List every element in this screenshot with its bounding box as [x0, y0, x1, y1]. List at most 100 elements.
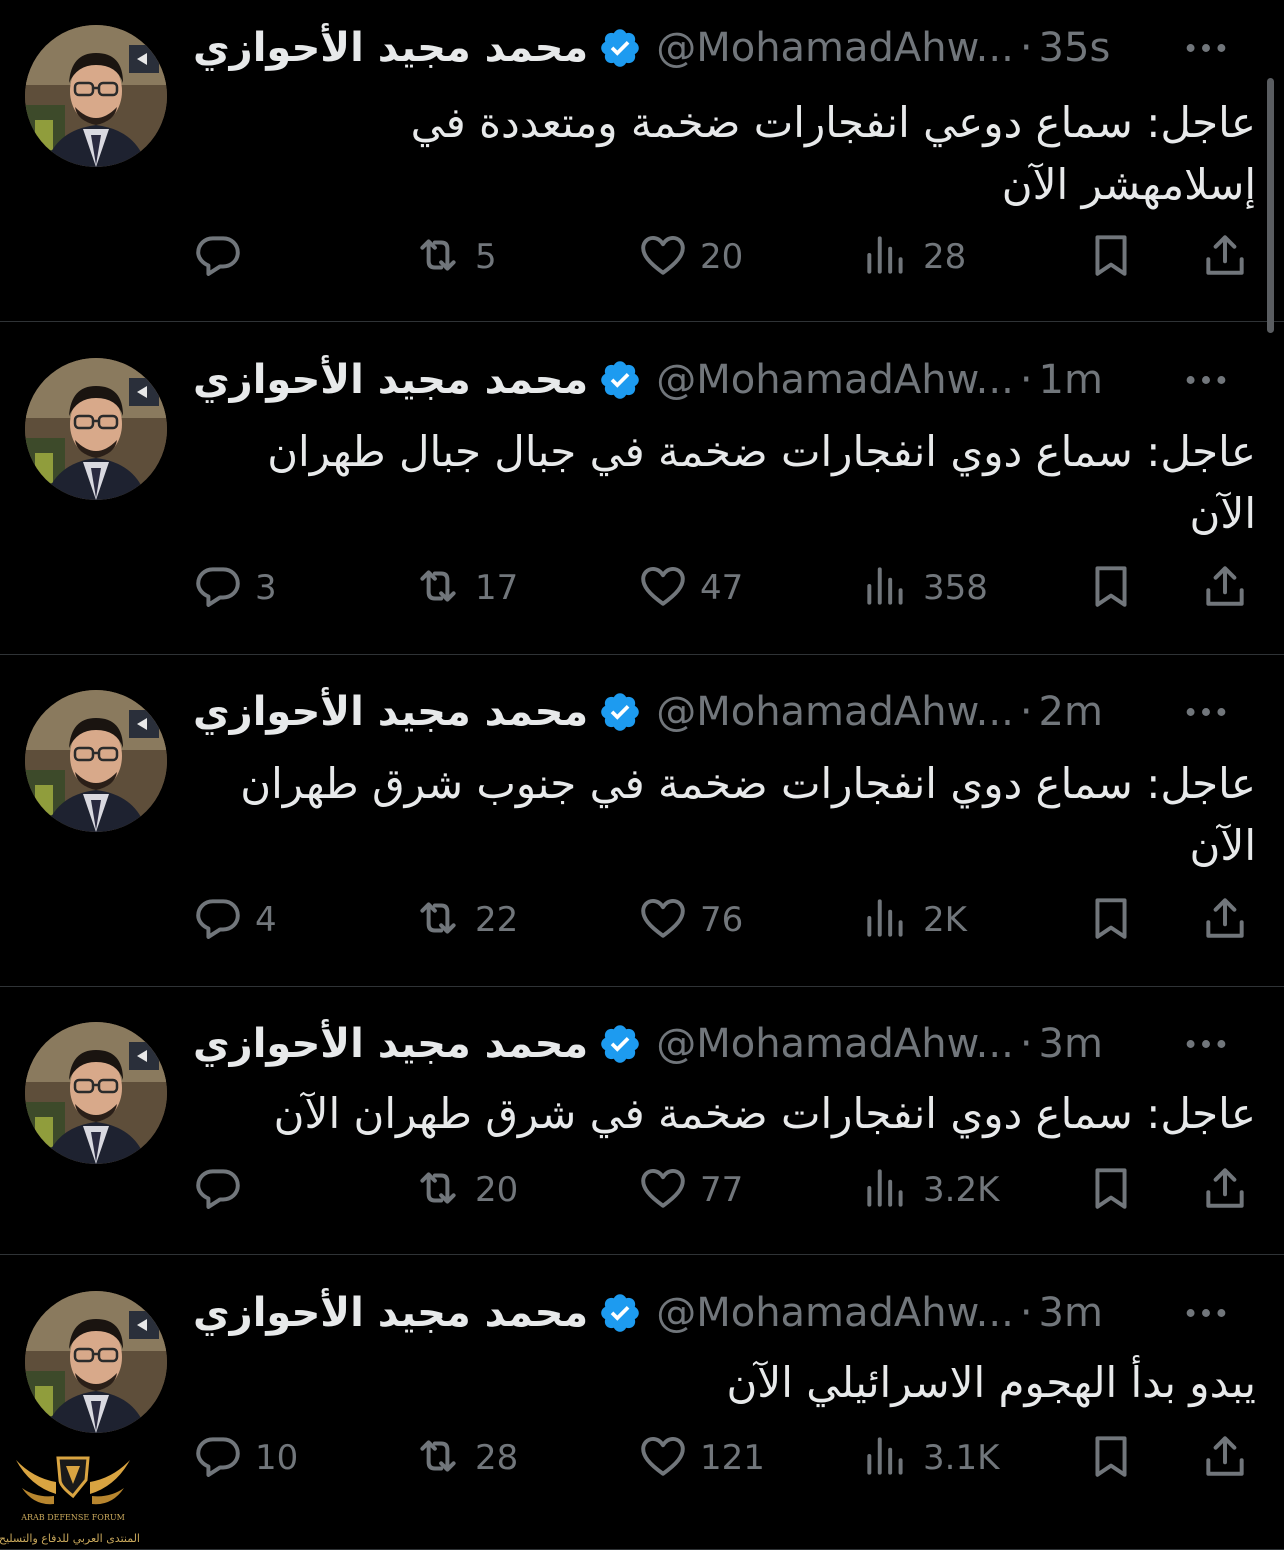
- reply-count: 10: [255, 1438, 299, 1478]
- tweet-actions: 5 20 28: [193, 229, 1254, 285]
- tweet-time[interactable]: 3m: [1039, 1021, 1103, 1067]
- reply-button[interactable]: 10: [193, 1430, 298, 1486]
- like-button[interactable]: 20: [638, 229, 743, 285]
- share-icon: [1200, 1431, 1250, 1485]
- tweet-text-line: عاجل: سماع دوي انفجارات ضخمة في جبال جبا…: [267, 427, 1256, 476]
- reply-icon: [193, 1163, 243, 1217]
- retweet-button[interactable]: 17: [413, 560, 518, 616]
- more-icon[interactable]: [1176, 682, 1236, 742]
- avatar[interactable]: [25, 358, 167, 500]
- like-icon: [638, 561, 688, 615]
- bookmark-icon: [1086, 893, 1136, 947]
- avatar[interactable]: [25, 1022, 167, 1164]
- author-handle[interactable]: @MohamadAhw...: [656, 689, 1014, 735]
- tweet[interactable]: محمد مجيد الأحوازي @MohamadAhw... · 2m ع…: [0, 655, 1284, 987]
- bookmark-button[interactable]: [1086, 1162, 1136, 1218]
- views-count: 28: [923, 237, 967, 277]
- author-name[interactable]: محمد مجيد الأحوازي: [193, 25, 588, 71]
- like-icon: [638, 893, 688, 947]
- views-icon: [861, 1431, 911, 1485]
- like-button[interactable]: 121: [638, 1430, 765, 1486]
- retweet-button[interactable]: 22: [413, 892, 518, 948]
- tweet-text: عاجل: سماع دوي انفجارات ضخمة في شرق طهرا…: [193, 1083, 1256, 1145]
- tweet-text-line: عاجل: سماع دوي انفجارات ضخمة في شرق طهرا…: [273, 1089, 1256, 1138]
- like-icon: [638, 230, 688, 284]
- reply-button[interactable]: 3: [193, 560, 277, 616]
- share-icon: [1200, 561, 1250, 615]
- bookmark-button[interactable]: [1086, 560, 1136, 616]
- retweet-icon: [413, 230, 463, 284]
- more-icon[interactable]: [1176, 18, 1236, 78]
- share-icon: [1200, 893, 1250, 947]
- views-button[interactable]: 3.2K: [861, 1162, 999, 1218]
- share-button[interactable]: [1200, 229, 1250, 285]
- avatar[interactable]: [25, 25, 167, 167]
- share-button[interactable]: [1200, 560, 1250, 616]
- author-handle[interactable]: @MohamadAhw...: [656, 357, 1014, 403]
- retweet-icon: [413, 1163, 463, 1217]
- views-icon: [861, 1163, 911, 1217]
- scrollbar[interactable]: [1267, 78, 1274, 333]
- author-name[interactable]: محمد مجيد الأحوازي: [193, 1021, 588, 1067]
- retweet-count: 20: [475, 1170, 519, 1210]
- views-icon: [861, 561, 911, 615]
- avatar[interactable]: [25, 690, 167, 832]
- retweet-count: 5: [475, 237, 497, 277]
- tweet-text: عاجل: سماع دوي انفجارات ضخمة في جنوب شرق…: [193, 753, 1256, 877]
- tweet-header: محمد مجيد الأحوازي @MohamadAhw... · 3m: [193, 1283, 1254, 1343]
- avatar[interactable]: [25, 1291, 167, 1433]
- tweet-time[interactable]: 2m: [1039, 689, 1103, 735]
- tweet-header: محمد مجيد الأحوازي @MohamadAhw... · 35s: [193, 18, 1254, 78]
- tweet-text-line: عاجل: سماع دوي انفجارات ضخمة في جنوب شرق…: [240, 759, 1256, 808]
- like-icon: [638, 1163, 688, 1217]
- share-button[interactable]: [1200, 892, 1250, 948]
- like-button[interactable]: 77: [638, 1162, 743, 1218]
- tweet-time[interactable]: 1m: [1039, 357, 1103, 403]
- reply-icon: [193, 1431, 243, 1485]
- more-icon[interactable]: [1176, 350, 1236, 410]
- reply-count: 3: [255, 568, 277, 608]
- author-handle[interactable]: @MohamadAhw...: [656, 25, 1014, 71]
- author-name[interactable]: محمد مجيد الأحوازي: [193, 689, 588, 735]
- bookmark-button[interactable]: [1086, 229, 1136, 285]
- views-button[interactable]: 358: [861, 560, 988, 616]
- like-count: 47: [700, 568, 744, 608]
- retweet-count: 17: [475, 568, 519, 608]
- reply-button[interactable]: [193, 229, 255, 285]
- reply-icon: [193, 230, 243, 284]
- author-handle[interactable]: @MohamadAhw...: [656, 1290, 1014, 1336]
- retweet-button[interactable]: 5: [413, 229, 497, 285]
- tweet[interactable]: محمد مجيد الأحوازي @MohamadAhw... · 3m ع…: [0, 987, 1284, 1255]
- like-button[interactable]: 76: [638, 892, 743, 948]
- bookmark-icon: [1086, 1163, 1136, 1217]
- bookmark-button[interactable]: [1086, 892, 1136, 948]
- share-button[interactable]: [1200, 1162, 1250, 1218]
- views-count: 2K: [923, 900, 967, 940]
- separator-dot: ·: [1019, 1290, 1033, 1336]
- reply-button[interactable]: [193, 1162, 255, 1218]
- tweet[interactable]: محمد مجيد الأحوازي @MohamadAhw... · 35s …: [0, 0, 1284, 322]
- like-count: 20: [700, 237, 744, 277]
- separator-dot: ·: [1019, 357, 1033, 403]
- author-name[interactable]: محمد مجيد الأحوازي: [193, 357, 588, 403]
- tweet-time[interactable]: 3m: [1039, 1290, 1103, 1336]
- views-button[interactable]: 3.1K: [861, 1430, 999, 1486]
- bookmark-button[interactable]: [1086, 1430, 1136, 1486]
- retweet-button[interactable]: 28: [413, 1430, 518, 1486]
- more-icon[interactable]: [1176, 1283, 1236, 1343]
- tweet-time[interactable]: 35s: [1039, 25, 1111, 71]
- reply-button[interactable]: 4: [193, 892, 277, 948]
- retweet-button[interactable]: 20: [413, 1162, 518, 1218]
- tweet-actions: 20 77 3.2K: [193, 1162, 1254, 1218]
- tweet-header: محمد مجيد الأحوازي @MohamadAhw... · 3m: [193, 1014, 1254, 1074]
- author-handle[interactable]: @MohamadAhw...: [656, 1021, 1014, 1067]
- tweet[interactable]: محمد مجيد الأحوازي @MohamadAhw... · 1m ع…: [0, 322, 1284, 655]
- share-button[interactable]: [1200, 1430, 1250, 1486]
- views-button[interactable]: 2K: [861, 892, 967, 948]
- verified-badge-icon: [601, 693, 639, 731]
- more-icon[interactable]: [1176, 1014, 1236, 1074]
- like-button[interactable]: 47: [638, 560, 743, 616]
- author-name[interactable]: محمد مجيد الأحوازي: [193, 1290, 588, 1336]
- views-button[interactable]: 28: [861, 229, 966, 285]
- tweet[interactable]: محمد مجيد الأحوازي @MohamadAhw... · 3m ي…: [0, 1255, 1284, 1550]
